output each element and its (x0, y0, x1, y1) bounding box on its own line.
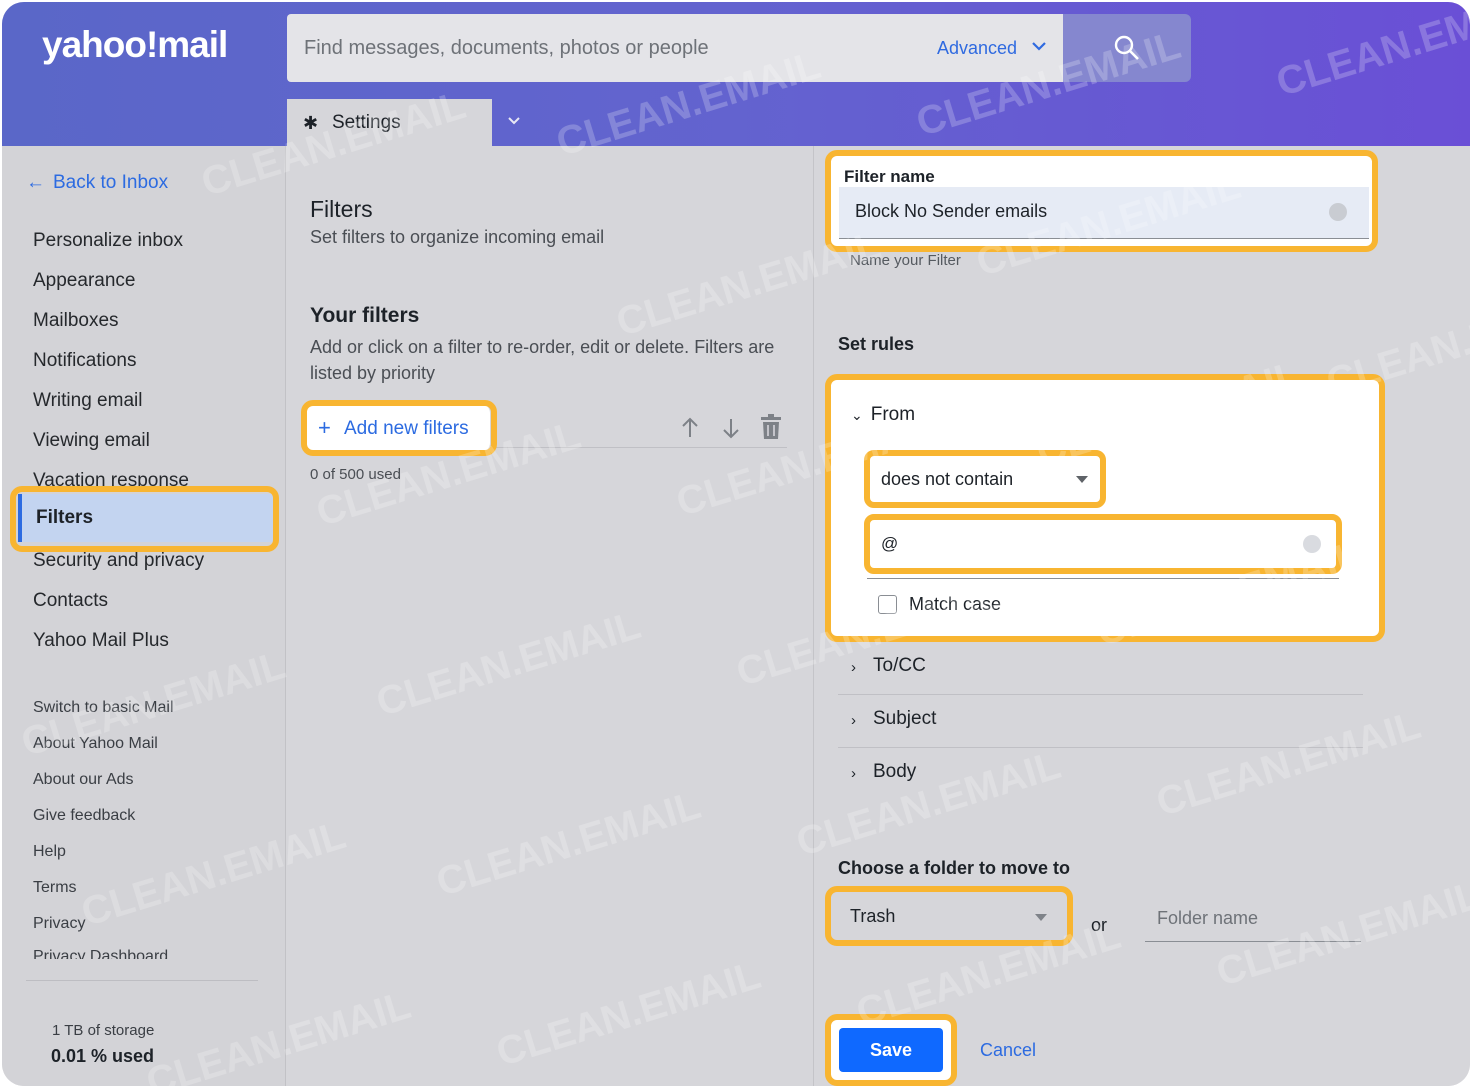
back-to-inbox-link[interactable]: ← Back to Inbox (26, 172, 168, 194)
storage-used: 0.01 % used (51, 1046, 155, 1066)
cancel-button[interactable]: Cancel (980, 1040, 1036, 1061)
sidebar-item-appearance[interactable]: Appearance (33, 270, 135, 292)
page-title: Filters (310, 196, 373, 222)
chevron-right-icon: › (851, 765, 856, 782)
toolbar-divider (493, 447, 787, 448)
help-link[interactable]: Help (33, 843, 66, 861)
give-feedback-link[interactable]: Give feedback (33, 807, 135, 825)
chevron-down-icon[interactable] (1031, 38, 1047, 54)
tab-settings-label: Settings (332, 112, 401, 133)
tab-settings[interactable]: ✱ Settings (287, 99, 492, 146)
condition-value: does not contain (881, 469, 1014, 489)
from-rule-section: ⌄ From does not contain @ Match case (825, 374, 1385, 642)
filter-name-section: Filter name Block No Sender emails (825, 150, 1378, 252)
clear-icon[interactable] (1329, 203, 1347, 221)
rule-to-cc-label: To/CC (873, 655, 926, 676)
terms-link[interactable]: Terms (33, 879, 77, 897)
advanced-search-link[interactable]: Advanced (937, 38, 1017, 59)
sidebar-item-writing-email[interactable]: Writing email (33, 390, 142, 412)
condition-select[interactable]: does not contain (864, 450, 1106, 508)
filter-name-hint: Name your Filter (850, 252, 961, 269)
sidebar-divider (26, 980, 258, 981)
settings-sidebar: ← Back to Inbox Personalize inbox Appeara… (2, 146, 286, 1086)
from-rule-toggle[interactable]: ⌄ From (851, 404, 915, 426)
dropdown-arrow-icon (1035, 914, 1047, 921)
folder-select[interactable]: Trash (825, 886, 1073, 946)
filter-name-input[interactable]: Block No Sender emails (839, 187, 1369, 239)
move-down-icon[interactable] (721, 416, 741, 440)
chevron-right-icon: › (851, 712, 856, 729)
gear-icon: ✱ (303, 113, 319, 133)
chevron-down-icon: ⌄ (851, 407, 863, 423)
search-bar[interactable]: Find messages, documents, photos or peop… (287, 14, 1063, 82)
privacy-link[interactable]: Privacy (33, 915, 85, 933)
sidebar-item-security-and-privacy[interactable]: Security and privacy (33, 550, 204, 572)
rule-subject-label: Subject (873, 708, 937, 729)
from-value-input[interactable]: @ (864, 514, 1342, 574)
rule-to-cc[interactable]: › To/CC (838, 642, 1363, 695)
filters-list-panel: Filters Set filters to organize incoming… (287, 146, 814, 1086)
add-filter-highlight (301, 400, 497, 456)
rule-body[interactable]: › Body (838, 748, 1363, 801)
filters-used-count: 0 of 500 used (310, 466, 401, 483)
about-our-ads-link[interactable]: About our Ads (33, 771, 134, 789)
folder-name-input[interactable]: Folder name (1145, 898, 1361, 942)
choose-folder-heading: Choose a folder to move to (838, 858, 1071, 878)
back-to-inbox-label: Back to Inbox (53, 172, 169, 193)
top-bar: yahoo!mail Find messages, documents, pho… (2, 2, 1470, 146)
set-rules-heading: Set rules (838, 334, 915, 354)
match-case-label: Match case (909, 594, 1002, 614)
page-subtitle: Set filters to organize incoming email (310, 227, 605, 247)
sidebar-item-mailboxes[interactable]: Mailboxes (33, 310, 119, 332)
sidebar-item-yahoo-mail-plus[interactable]: Yahoo Mail Plus (33, 630, 169, 652)
chevron-right-icon: › (851, 659, 856, 676)
switch-to-basic-mail-link[interactable]: Switch to basic Mail (33, 699, 174, 717)
or-label: or (1091, 915, 1108, 935)
about-yahoo-mail-link[interactable]: About Yahoo Mail (33, 735, 158, 753)
rule-body-label: Body (873, 761, 917, 782)
app-window: yahoo!mail Find messages, documents, pho… (2, 2, 1470, 1086)
sidebar-item-viewing-email[interactable]: Viewing email (33, 430, 150, 452)
from-value: @ (881, 534, 899, 553)
search-icon (1114, 35, 1139, 60)
save-button[interactable]: Save (839, 1028, 943, 1072)
filter-name-value: Block No Sender emails (855, 201, 1048, 221)
dropdown-arrow-icon (1076, 476, 1088, 483)
filter-editor: Filter name Block No Sender emails Name … (815, 146, 1470, 1086)
search-input[interactable]: Find messages, documents, photos or peop… (304, 37, 709, 60)
privacy-dashboard-link[interactable]: Privacy Dashboard (33, 948, 168, 959)
clear-icon[interactable] (1303, 535, 1321, 553)
filter-name-label: Filter name (844, 167, 935, 186)
save-section: Save (825, 1014, 957, 1086)
rule-subject[interactable]: › Subject (838, 695, 1363, 748)
sidebar-item-personalize-inbox[interactable]: Personalize inbox (33, 230, 183, 252)
folder-name-placeholder: Folder name (1157, 908, 1259, 928)
filters-highlight (10, 486, 279, 552)
trash-icon[interactable] (759, 414, 783, 440)
save-label: Save (869, 1040, 913, 1060)
arrow-left-icon: ← (26, 172, 45, 193)
yahoo-mail-logo[interactable]: yahoo!mail (42, 24, 228, 66)
sidebar-item-notifications[interactable]: Notifications (33, 350, 137, 372)
input-underline (867, 578, 1339, 579)
folder-select-value: Trash (850, 906, 896, 926)
your-filters-heading: Your filters (310, 304, 420, 327)
from-rule-label: From (870, 404, 916, 425)
search-button[interactable] (1063, 14, 1191, 82)
filters-description: Add or click on a filter to re-order, ed… (310, 337, 775, 383)
sidebar-item-contacts[interactable]: Contacts (33, 590, 108, 612)
chevron-down-icon[interactable] (506, 114, 522, 128)
storage-total: 1 TB of storage (52, 1022, 155, 1039)
move-up-icon[interactable] (680, 416, 700, 440)
match-case-checkbox[interactable] (878, 595, 897, 614)
